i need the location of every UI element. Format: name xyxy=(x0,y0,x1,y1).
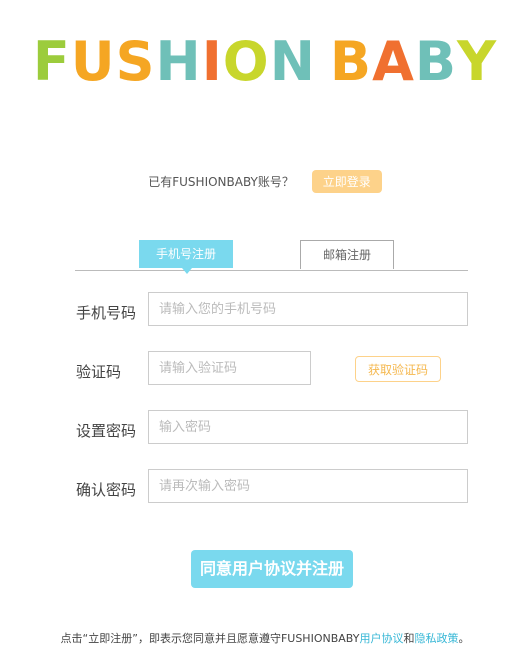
terms-suffix: 。 xyxy=(458,632,470,645)
tab-phone-register[interactable]: 手机号注册 xyxy=(139,240,233,274)
logo-letter: U xyxy=(70,30,116,93)
logo-letter: B xyxy=(329,30,373,93)
tab-email-register[interactable]: 邮箱注册 xyxy=(300,240,394,269)
user-agreement-link[interactable]: 用户协议 xyxy=(359,632,403,645)
agree-register-button[interactable]: 同意用户协议并注册 xyxy=(191,550,353,588)
password-input[interactable] xyxy=(148,410,468,444)
code-input[interactable] xyxy=(148,351,311,385)
register-tabs: 手机号注册 邮箱注册 xyxy=(75,240,468,274)
terms-notice: 点击“立即注册”，即表示您同意并且愿意遵守FUSHIONBABY用户协议和隐私政… xyxy=(0,630,530,646)
logo-letter: A xyxy=(372,30,415,93)
logo-letter: I xyxy=(201,30,223,93)
logo-letter: S xyxy=(115,30,156,93)
login-question: 已有FUSHIONBABY账号？ xyxy=(148,175,294,189)
code-label: 验证码 xyxy=(76,363,122,381)
logo-letter: N xyxy=(269,30,316,93)
phone-label: 手机号码 xyxy=(76,304,137,322)
privacy-policy-link[interactable]: 隐私政策 xyxy=(414,632,458,645)
logo-letter xyxy=(316,30,330,94)
phone-row: 手机号码 xyxy=(0,292,530,330)
confirm-password-label: 确认密码 xyxy=(76,481,137,499)
logo-letter: H xyxy=(155,30,202,93)
logo-letter: O xyxy=(222,30,270,93)
terms-and: 和 xyxy=(403,632,415,645)
get-code-button[interactable]: 获取验证码 xyxy=(355,356,441,382)
logo-letter: F xyxy=(32,30,71,93)
phone-input[interactable] xyxy=(148,292,468,326)
confirm-password-input[interactable] xyxy=(148,469,468,503)
login-prompt: 已有FUSHIONBABY账号？ 立即登录 xyxy=(0,170,530,193)
login-button[interactable]: 立即登录 xyxy=(311,170,382,193)
password-row: 设置密码 xyxy=(0,410,530,448)
logo-letter: B xyxy=(414,30,458,93)
logo-letter: Y xyxy=(457,30,498,93)
password-label: 设置密码 xyxy=(76,422,137,440)
brand-logo: FUSHION BABY xyxy=(0,30,530,94)
confirm-password-row: 确认密码 xyxy=(0,469,530,507)
code-row: 验证码 获取验证码 xyxy=(0,351,530,389)
terms-prefix: 点击“立即注册”，即表示您同意并且愿意遵守FUSHIONBABY xyxy=(60,632,360,645)
